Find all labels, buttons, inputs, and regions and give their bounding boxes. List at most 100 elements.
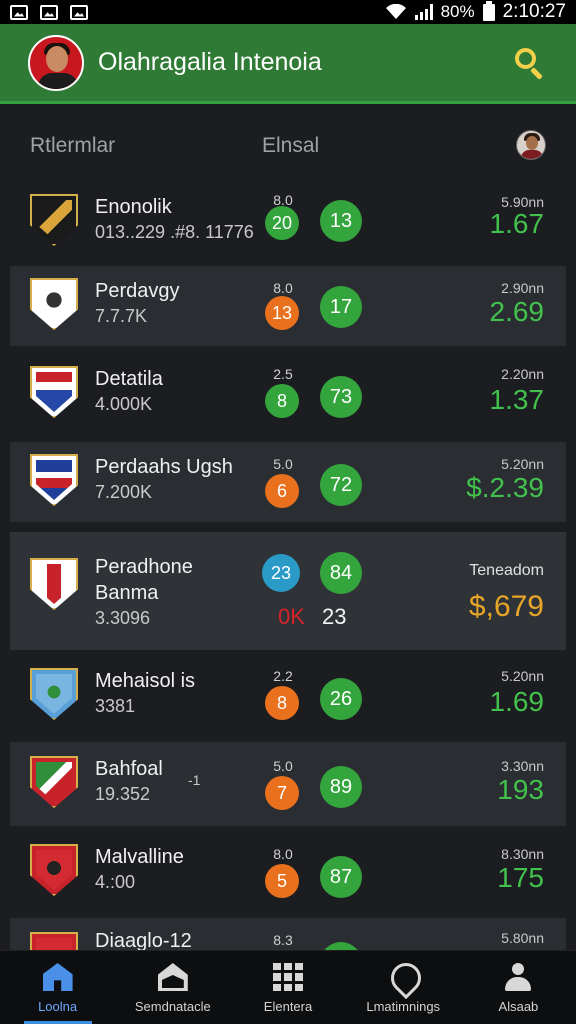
image-notification-icon: [70, 4, 88, 20]
team-crest-icon: [30, 278, 78, 330]
wifi-icon: [385, 4, 406, 19]
signal-icon: [414, 4, 433, 20]
meta-value: 8.3: [273, 932, 293, 948]
meta-value: 2.2: [273, 668, 293, 684]
odds-label: 5.20nn: [501, 668, 544, 684]
odds-label: 2.20nn: [501, 366, 544, 382]
nav-label: Semdnatacle: [134, 999, 211, 1014]
team-name-line2: Banma: [95, 582, 159, 604]
odds-label: 3.30nn: [501, 758, 544, 774]
odds-label: 5.20nn: [501, 456, 544, 472]
nav-tab-location[interactable]: Lmatimnings: [346, 951, 461, 1024]
odds-label: 8.30nn: [501, 846, 544, 862]
meta-value: 2.5: [273, 366, 293, 382]
column-label-mid[interactable]: Elnsal: [262, 134, 319, 158]
score-badge-large: 73: [320, 376, 362, 418]
nav-label: Alsaab: [498, 999, 539, 1014]
nav-tab-account[interactable]: Alsaab: [461, 951, 576, 1024]
status-text-red: 0K: [278, 604, 305, 629]
list-item[interactable]: Detatila 4.000K 2.5 8 73 2.20nn 1.37: [10, 352, 566, 438]
house-outline-icon: [158, 963, 188, 991]
score-badge: 5: [265, 864, 299, 898]
bottom-navigation: Loolna Semdnatacle Elentera Lmatimnings …: [0, 950, 576, 1024]
nav-tab-grid[interactable]: Elentera: [230, 951, 345, 1024]
list-item[interactable]: Perdaahs Ugsh 7.200K 5.0 6 72 5.20nn $.2…: [10, 442, 566, 522]
score-badge: 7: [265, 776, 299, 810]
odds-value: 1.67: [489, 208, 545, 239]
score-badge: 13: [265, 296, 299, 330]
odds-value: 2.69: [489, 296, 545, 327]
team-crest-icon: [30, 756, 78, 808]
list-item[interactable]: Diaaglo-12 8.3 5.80nn: [10, 918, 566, 950]
team-name: Detatila: [95, 368, 163, 390]
odds-label: 5.80nn: [501, 930, 544, 946]
nav-label: Loolna: [38, 999, 78, 1014]
nav-label: Elentera: [263, 999, 313, 1014]
profile-avatar[interactable]: [28, 34, 84, 91]
team-crest-icon: [30, 454, 78, 506]
clock: 2:10:27: [502, 1, 566, 22]
odds-value: 1.69: [489, 686, 545, 717]
team-subtext: 013..229 .#8. 11776: [95, 222, 254, 242]
user-icon: [503, 963, 533, 991]
status-text-value: 23: [322, 604, 347, 629]
score-badge: 20: [265, 206, 299, 240]
search-icon[interactable]: [512, 45, 548, 81]
score-badge-large: 17: [320, 286, 362, 328]
location-pin-icon: [390, 963, 416, 991]
team-subtext: 3381: [95, 696, 136, 716]
team-name: Perdaahs Ugsh: [95, 456, 233, 478]
score-badge: 8: [265, 686, 299, 720]
nav-tab-schedule[interactable]: Semdnatacle: [115, 951, 230, 1024]
score-badge: 6: [265, 474, 299, 508]
odds-value: 193: [497, 774, 544, 805]
team-subtext: 4.000K: [95, 394, 153, 414]
meta-value: 5.0: [273, 758, 293, 774]
user-avatar[interactable]: [516, 130, 546, 160]
app-header: Olahragalia Intenoia: [0, 24, 576, 104]
score-badge-large: 13: [320, 200, 362, 242]
team-subtext: 3.3096: [95, 608, 151, 628]
meta-value: 8.0: [273, 846, 293, 862]
status-bar: 80% 2:10:27: [0, 0, 576, 24]
meta-value: 5.0: [273, 456, 293, 472]
score-badge-large: 72: [320, 464, 362, 506]
list-item[interactable]: Mehaisol is 3381 2.2 8 26 5.20nn 1.69: [10, 654, 566, 738]
team-subtext: 4.:00: [95, 872, 136, 892]
score-badge-large: [320, 942, 362, 950]
image-notification-icon: [40, 4, 58, 20]
list-item[interactable]: Perdavgy 7.7.7K 8.0 13 17 2.90nn 2.69: [10, 266, 566, 346]
list-item[interactable]: Bahfoal 19.352 -1 5.0 7 89 3.30nn 193: [10, 742, 566, 826]
team-subtext: 7.7.7K: [95, 306, 148, 326]
team-crest-icon: [30, 194, 78, 246]
team-crest-icon: [30, 366, 78, 418]
score-badge: 23: [262, 554, 300, 592]
team-crest-icon: [30, 668, 78, 720]
app-title: Olahragalia Intenoia: [98, 48, 322, 76]
score-badge-large: 89: [320, 766, 362, 808]
team-name: Bahfoal: [95, 758, 163, 780]
image-notification-icon: [10, 4, 28, 20]
battery-icon: [482, 0, 495, 21]
nav-tab-home[interactable]: Loolna: [0, 951, 115, 1024]
team-crest-icon: [30, 558, 78, 610]
odds-value: $.2.39: [466, 472, 544, 503]
list-item-featured[interactable]: Peradhone Banma 3.3096 23 84 0K 23 Tenea…: [10, 532, 566, 650]
list-item[interactable]: Malvalline 4.:00 8.0 5 87 8.30nn 175: [10, 830, 566, 914]
score-badge: 8: [265, 384, 299, 418]
team-name: Malvalline: [95, 846, 184, 868]
team-subtext: 19.352: [95, 784, 151, 804]
team-crest-icon: [30, 932, 78, 950]
team-name: Diaaglo-12: [95, 930, 192, 950]
team-name: Peradhone: [95, 556, 193, 578]
column-label-left[interactable]: Rtlermlar: [30, 134, 115, 158]
odds-label: Teneadom: [469, 562, 544, 579]
grid-icon: [273, 963, 303, 991]
nav-label: Lmatimnings: [366, 999, 441, 1014]
meta-value: 8.0: [273, 280, 293, 296]
list-item[interactable]: Enonolik 013..229 .#8. 11776 8.0 20 13 5…: [10, 180, 566, 264]
team-name: Perdavgy: [95, 280, 180, 302]
odds-label: 2.90nn: [501, 280, 544, 296]
odds-value: $,679: [468, 590, 544, 623]
team-name: Enonolik: [95, 196, 172, 218]
